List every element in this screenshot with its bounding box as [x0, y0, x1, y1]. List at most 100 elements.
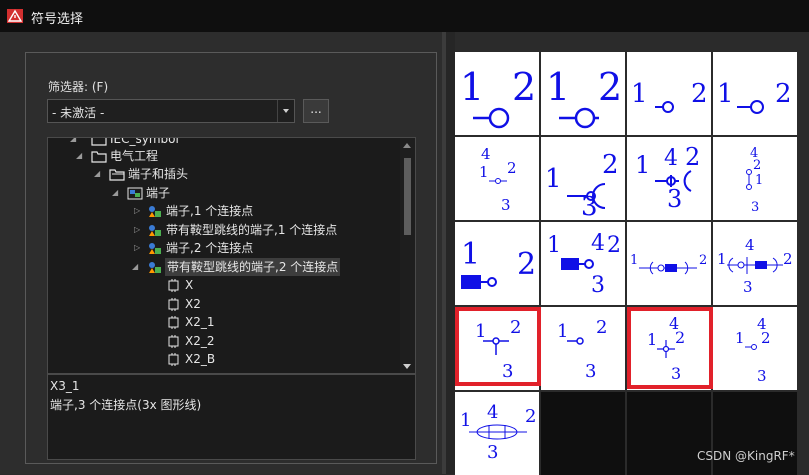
app-logo-icon [7, 9, 23, 23]
svg-text:1: 1 [735, 329, 745, 347]
terminal-symbol-icon: 1 2 [630, 253, 707, 275]
panel-divider [446, 32, 455, 474]
scroll-up-icon[interactable] [403, 143, 411, 148]
terminal-symbol-icon [168, 316, 179, 329]
symbol-cell[interactable]: 1 2 3 [541, 137, 625, 220]
svg-text:4: 4 [664, 146, 678, 171]
terminal-symbol-icon: 1 4 2 3 [547, 231, 621, 298]
terminal-symbol-icon: 1 2 [461, 237, 536, 289]
expand-icon[interactable]: ▷ [134, 239, 142, 257]
tree-item-label: 端子 [146, 186, 171, 200]
symbol-cell[interactable]: 1 4 2 3 [541, 222, 625, 305]
filter-select[interactable]: - 未激活 - [47, 99, 295, 123]
highlight-box [455, 307, 541, 386]
terminal-symbol-icon: 1 2 [460, 65, 536, 129]
symbol-cell[interactable]: 4 1 2 3 [455, 137, 539, 220]
symbol-cell[interactable]: 1 2 [713, 52, 797, 135]
svg-text:1: 1 [635, 151, 650, 179]
svg-text:2: 2 [507, 159, 517, 177]
folder-open-icon [109, 169, 125, 181]
svg-text:1: 1 [546, 65, 570, 109]
svg-text:3: 3 [591, 273, 605, 298]
symbol-group-icon [149, 262, 161, 273]
tree-item-label: 电气工程 [110, 149, 159, 163]
svg-text:1: 1 [461, 237, 480, 272]
svg-text:1: 1 [545, 164, 562, 194]
tree-item-label: 端子,2 个连接点 [166, 241, 254, 255]
svg-text:1: 1 [630, 253, 638, 268]
tree-scrollbar-thumb[interactable] [404, 158, 411, 235]
empty-cell [541, 392, 625, 475]
tree-item-label: X [185, 278, 194, 292]
svg-text:1: 1 [460, 65, 484, 109]
tree-item-label: X2_2 [185, 334, 215, 348]
symbol-cell[interactable]: 1 4 2 3 [713, 307, 797, 390]
collapse-icon[interactable]: ◢ [132, 258, 140, 276]
svg-text:1: 1 [547, 233, 561, 258]
svg-text:1: 1 [479, 163, 489, 181]
symbol-cell[interactable]: 1 4 2 3 [713, 222, 797, 305]
svg-text:1: 1 [631, 79, 648, 109]
terminal-symbol-icon: 1 2 [631, 79, 708, 113]
tree-item-label: X2_B [185, 352, 216, 366]
svg-text:4: 4 [591, 231, 605, 256]
expand-icon[interactable]: ▷ [134, 221, 142, 239]
svg-text:1: 1 [717, 79, 734, 109]
collapse-icon[interactable]: ◢ [94, 165, 102, 183]
svg-text:2: 2 [602, 150, 619, 180]
svg-text:2: 2 [685, 143, 700, 171]
expand-icon[interactable]: ▷ [134, 202, 142, 220]
collapse-icon[interactable]: ◢ [112, 184, 120, 202]
terminal-symbol-icon [168, 335, 179, 348]
svg-text:1: 1 [460, 410, 471, 431]
title-bar: 符号选择 [0, 0, 809, 33]
symbol-cell[interactable]: 1 2 [627, 222, 711, 305]
filter-more-button[interactable]: ... [303, 99, 329, 123]
symbol-cell[interactable]: 1 2 [455, 52, 539, 135]
scroll-down-icon[interactable] [403, 364, 411, 369]
symbol-cell[interactable]: 1 2 [627, 52, 711, 135]
folder-icon [91, 151, 107, 163]
svg-text:2: 2 [699, 253, 707, 268]
symbol-description: X3_1 端子,3 个连接点(3x 图形线) [47, 374, 416, 460]
svg-text:1: 1 [717, 250, 727, 268]
collapse-icon[interactable]: ◢ [76, 147, 84, 165]
svg-text:2: 2 [598, 65, 622, 109]
svg-text:2: 2 [607, 233, 621, 258]
terminal-symbol-icon: 1 2 3 [557, 317, 607, 382]
svg-text:3: 3 [757, 367, 767, 385]
terminal-symbol-icon: 4 1 2 3 [479, 145, 517, 214]
terminal-symbol-icon: 1 2 3 [545, 150, 619, 220]
svg-text:4: 4 [745, 236, 755, 254]
svg-text:3: 3 [751, 200, 759, 215]
svg-text:2: 2 [775, 79, 792, 109]
tree-item-label: 端子,1 个连接点 [166, 204, 254, 218]
terminal-symbol-icon: 1 2 [717, 79, 792, 114]
symbol-name: X3_1 [50, 379, 80, 393]
terminal-symbol-icon: 1 2 [546, 65, 622, 129]
terminal-symbol-icon: 1 4 2 3 [717, 236, 793, 296]
symbol-group-icon [149, 243, 161, 254]
window-title: 符号选择 [31, 12, 84, 27]
svg-text:2: 2 [761, 329, 771, 347]
svg-text:2: 2 [783, 250, 793, 268]
tree-item-label: 端子和插头 [128, 167, 189, 181]
symbol-cell[interactable]: 1 4 2 3 [627, 137, 711, 220]
svg-text:2: 2 [525, 406, 536, 427]
symbol-cell[interactable]: 4 2 1 3 [713, 137, 797, 220]
svg-text:2: 2 [512, 65, 536, 109]
chevron-down-icon[interactable] [277, 100, 294, 122]
svg-text:2: 2 [596, 317, 607, 338]
symbol-cell[interactable]: 1 2 3 [541, 307, 625, 390]
svg-text:2: 2 [691, 79, 708, 109]
filter-label: 筛选器: (F) [48, 80, 109, 94]
svg-text:1: 1 [755, 173, 763, 188]
symbol-tree[interactable]: ◢ IEC_symbol ◢ 电气工程 ◢ 端子和插头 ◢ 端子 ▷ 端子,1 … [47, 137, 416, 374]
filter-select-value: - 未激活 - [52, 106, 105, 120]
terminal-symbol-icon: 1 4 2 3 [635, 143, 700, 213]
symbol-cell[interactable]: 1 2 [541, 52, 625, 135]
symbol-cell[interactable]: 1 4 2 3 [455, 392, 539, 475]
symbol-group-icon [149, 206, 161, 217]
symbol-cell[interactable]: 1 2 [455, 222, 539, 305]
terminal-symbol-icon: 4 2 1 3 [746, 146, 763, 215]
